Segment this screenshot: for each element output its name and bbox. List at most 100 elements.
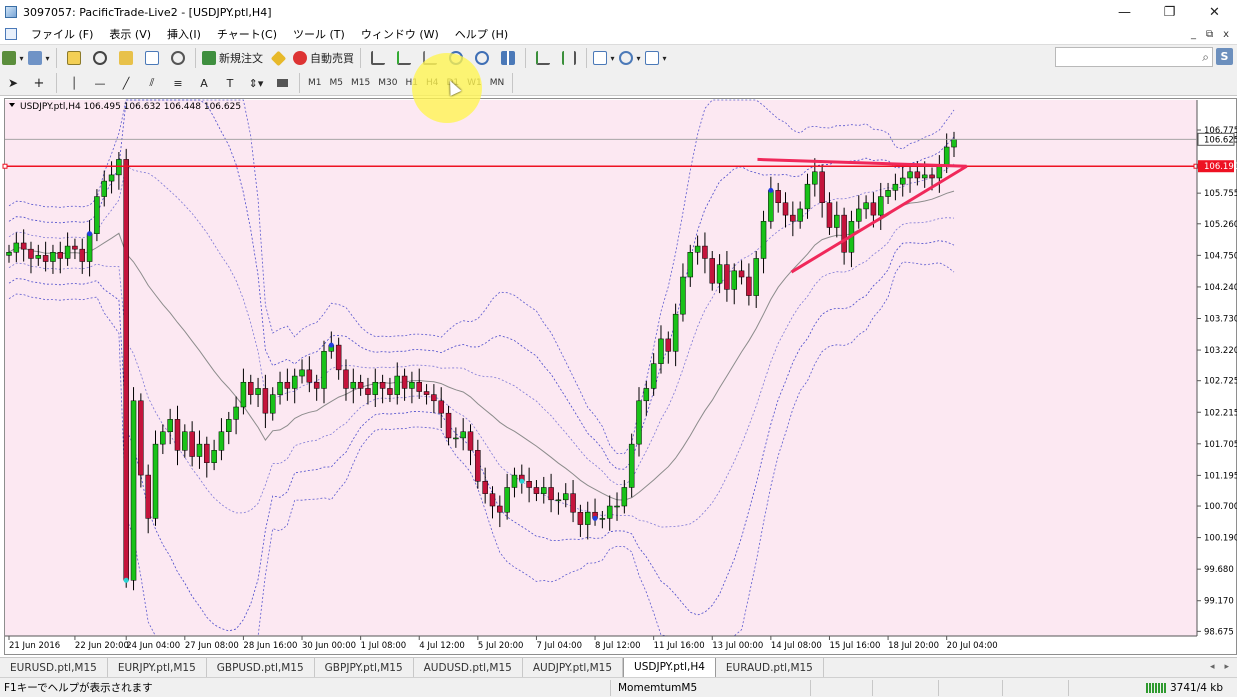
chart-info-label: USDJPY.ptl,H4 106.495 106.632 106.448 10… [20,102,241,112]
market-watch-button[interactable] [63,48,85,68]
periods-button[interactable]: ▾ [619,48,641,68]
candlestick-icon [397,51,411,65]
menu-insert[interactable]: 挿入(I) [159,26,209,42]
vertical-line-icon: │ [70,76,78,90]
market-watch-icon [67,51,81,65]
mdi-minimize-button[interactable]: _ [1191,29,1196,40]
bullish-candle [196,443,203,457]
timeframe-m15-button[interactable]: M15 [347,74,374,92]
new-chart-button[interactable]: ▾ [2,48,24,68]
bullish-candle [614,505,620,508]
signal-marker [519,478,525,484]
bullish-candle [94,196,100,234]
dropdown-arrow-icon: ▾ [45,53,50,63]
indicators-button[interactable]: ▾ [593,48,615,68]
text-label-button[interactable]: T [219,73,241,93]
menu-view[interactable]: 表示 (V) [101,26,159,42]
chart-tab[interactable]: GBPUSD.ptl,M15 [207,658,315,677]
timeframe-m1-button[interactable]: M1 [304,74,326,92]
bullish-candle [643,388,650,402]
chart-tab[interactable]: GBPJPY.ptl,M15 [315,658,414,677]
new-order-button[interactable]: 新規注文 [202,48,263,68]
bullish-candle [760,221,767,259]
price-tick-label: 99.680 [1204,565,1234,575]
profiles-button[interactable]: ▾ [28,48,50,68]
menu-file[interactable]: ファイル (F) [23,26,101,42]
auto-trade-button[interactable]: 自動売買 [293,48,354,68]
auto-scroll-button[interactable] [532,48,554,68]
equidistant-channel-button[interactable]: ⫽ [141,73,163,93]
time-tick-label: 11 Jul 16:00 [654,641,705,651]
close-button[interactable]: ✕ [1192,0,1237,24]
bearish-candle [431,394,437,402]
tile-windows-button[interactable] [497,48,519,68]
bar-chart-button[interactable] [367,48,389,68]
chart-tab[interactable]: EURJPY.ptl,M15 [108,658,207,677]
search-icon[interactable]: ⌕ [1202,50,1209,65]
cursor-button[interactable]: ➤ [2,73,24,93]
bearish-candle [482,481,488,494]
bullish-candle [636,400,642,445]
fibonacci-icon: ≡ [173,76,183,90]
timeframe-mn-button[interactable]: MN [486,74,509,92]
bearish-candle [826,202,833,228]
dropdown-arrow-icon: ▾ [636,53,641,63]
chart-tab[interactable]: AUDJPY.ptl,M15 [523,658,624,677]
meta-editor-button[interactable] [267,48,289,68]
bullish-candle [943,146,950,166]
bearish-candle [379,381,386,389]
tab-scroll-right-icon[interactable]: ▸ [1224,662,1229,672]
crosshair-button[interactable]: + [28,73,50,93]
price-chart[interactable]: 106.775106.625106.190105.755105.260104.7… [0,96,1237,657]
search-input[interactable]: ⌕ [1055,47,1213,67]
bearish-candle [929,174,935,179]
tab-scroll-left-icon[interactable]: ◂ [1210,662,1215,672]
candlestick-button[interactable] [393,48,415,68]
chart-document-icon[interactable] [5,28,17,40]
data-window-button[interactable] [89,48,111,68]
chart-shift-button[interactable] [558,48,580,68]
timeframe-m30-button[interactable]: M30 [374,74,401,92]
horizontal-line-button[interactable]: — [89,73,111,93]
time-tick-label: 1 Jul 08:00 [361,641,407,651]
vertical-line-button[interactable]: │ [63,73,85,93]
menu-help[interactable]: ヘルプ (H) [447,26,516,42]
text-button[interactable]: A [193,73,215,93]
bearish-candle [746,276,752,296]
trendline-button[interactable]: ╱ [115,73,137,93]
chart-tab[interactable]: EURAUD.ptl,M15 [716,658,824,677]
auto-trade-icon [293,51,307,65]
bullish-candle [299,369,305,377]
channel-icon: ⫽ [149,76,155,89]
price-tick-label: 103.730 [1204,314,1237,324]
bullish-candle [116,159,122,176]
signal-marker [592,515,598,521]
fibonacci-button[interactable]: ≡ [167,73,189,93]
chart-tab[interactable]: AUDUSD.ptl,M15 [414,658,523,677]
time-tick-label: 27 Jun 08:00 [185,641,239,651]
maximize-button[interactable]: ❐ [1147,0,1192,24]
mdi-close-button[interactable]: x [1223,29,1229,40]
navigator-button[interactable] [115,48,137,68]
terminal-button[interactable] [141,48,163,68]
minimize-button[interactable]: — [1102,0,1147,24]
timeframe-m5-button[interactable]: M5 [326,74,348,92]
zoom-out-button[interactable] [471,48,493,68]
chart-tab[interactable]: USDJPY.ptl,H4 [623,657,716,678]
chart-tab[interactable]: EURUSD.ptl,M15 [0,658,108,677]
menu-charts[interactable]: チャート(C) [209,26,285,42]
auto-scroll-icon [536,51,550,65]
rectangle-button[interactable] [271,73,293,93]
strategy-tester-button[interactable] [167,48,189,68]
signals-button[interactable]: S [1216,48,1233,65]
mdi-restore-button[interactable]: ⧉ [1206,29,1213,40]
arrows-button[interactable]: ⇕▾ [245,73,267,93]
menu-tools[interactable]: ツール (T) [285,26,353,42]
text-icon: A [200,76,208,90]
status-profile[interactable]: MomemtumM5 [610,680,810,696]
bearish-candle [423,391,430,395]
menu-window[interactable]: ウィンドウ (W) [353,26,447,42]
status-cell [1002,680,1003,696]
tile-windows-icon [501,51,515,65]
templates-button[interactable]: ▾ [645,48,667,68]
